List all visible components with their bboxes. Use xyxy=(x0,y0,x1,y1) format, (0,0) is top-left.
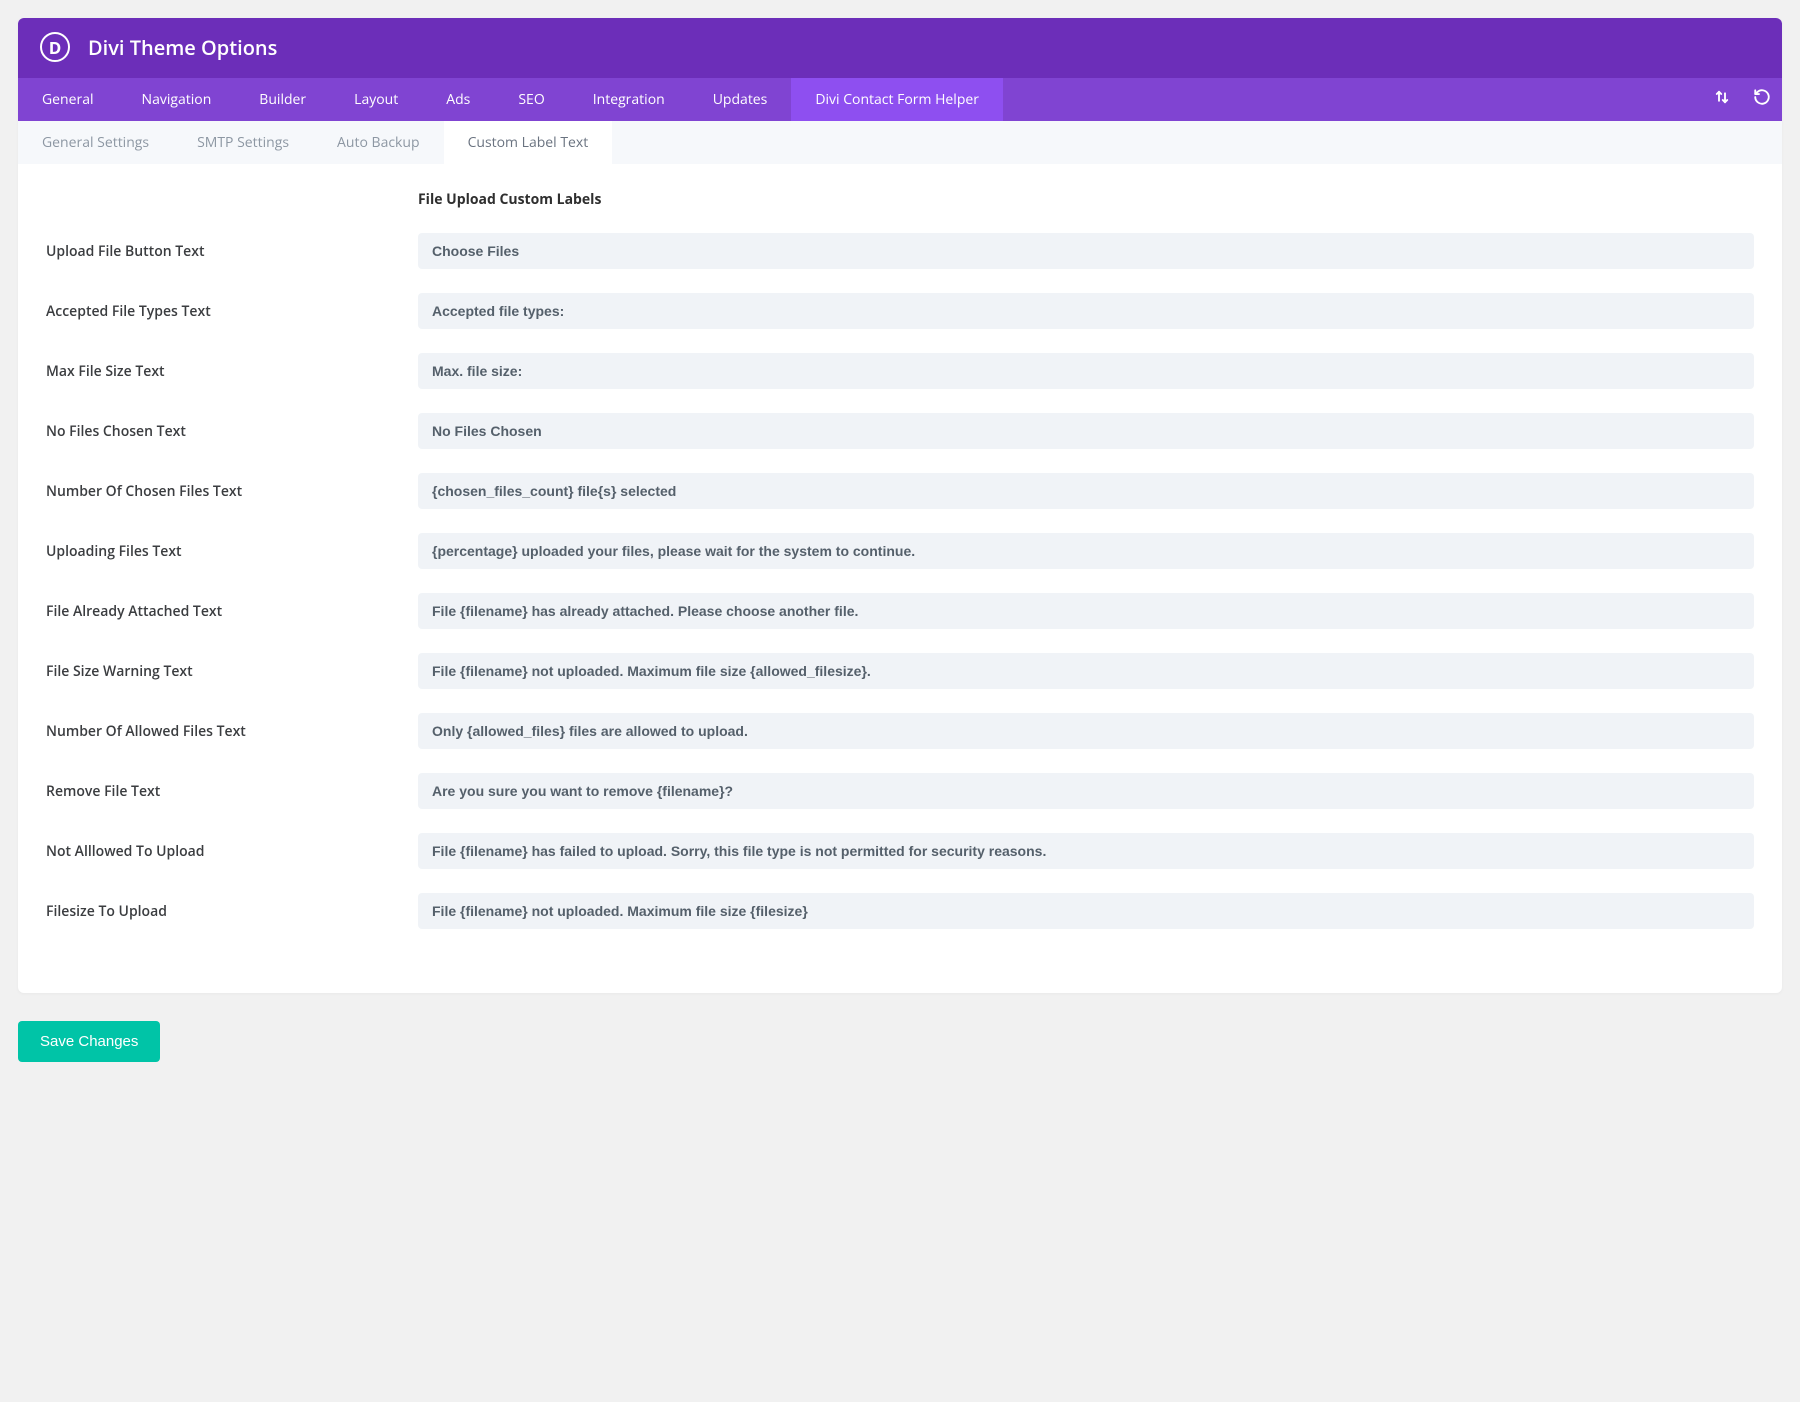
save-changes-button[interactable]: Save Changes xyxy=(18,1021,160,1062)
content-area: File Upload Custom Labels Upload File Bu… xyxy=(18,164,1782,993)
field-input[interactable] xyxy=(418,353,1754,389)
field-input[interactable] xyxy=(418,413,1754,449)
main-tab-divi-contact-form-helper[interactable]: Divi Contact Form Helper xyxy=(791,78,1003,121)
field-row: File Already Attached Text xyxy=(46,593,1754,629)
subtab-label: General Settings xyxy=(42,133,149,152)
page-title: Divi Theme Options xyxy=(88,34,277,61)
field-label: Not Alllowed To Upload xyxy=(46,842,418,861)
sub-tab-general-settings[interactable]: General Settings xyxy=(18,121,173,164)
logo-letter: D xyxy=(49,36,62,59)
field-label: Upload File Button Text xyxy=(46,242,418,261)
subtab-label: SMTP Settings xyxy=(197,133,289,152)
subtab-label: Auto Backup xyxy=(337,133,420,152)
undo-icon xyxy=(1753,88,1771,111)
tab-label: Divi Contact Form Helper xyxy=(815,90,979,109)
sub-tab-auto-backup[interactable]: Auto Backup xyxy=(313,121,444,164)
reset-button[interactable] xyxy=(1742,78,1782,121)
field-input[interactable] xyxy=(418,773,1754,809)
field-label: Number Of Allowed Files Text xyxy=(46,722,418,741)
field-input[interactable] xyxy=(418,833,1754,869)
main-tab-updates[interactable]: Updates xyxy=(689,78,792,121)
field-row: Number Of Chosen Files Text xyxy=(46,473,1754,509)
tab-label: Integration xyxy=(593,90,665,109)
main-tab-seo[interactable]: SEO xyxy=(494,78,568,121)
field-input[interactable] xyxy=(418,233,1754,269)
field-label: No Files Chosen Text xyxy=(46,422,418,441)
field-row: Filesize To Upload xyxy=(46,893,1754,929)
section-title: File Upload Custom Labels xyxy=(418,190,1754,209)
tab-label: Updates xyxy=(713,90,768,109)
field-row: Max File Size Text xyxy=(46,353,1754,389)
field-input[interactable] xyxy=(418,893,1754,929)
sub-nav: General Settings SMTP Settings Auto Backup… xyxy=(18,121,1782,164)
main-nav: General Navigation Builder Layout Ads SEO Inte… xyxy=(18,78,1782,121)
field-row: No Files Chosen Text xyxy=(46,413,1754,449)
field-row: Number Of Allowed Files Text xyxy=(46,713,1754,749)
field-row: Uploading Files Text xyxy=(46,533,1754,569)
tab-label: Layout xyxy=(354,90,398,109)
main-tab-builder[interactable]: Builder xyxy=(235,78,330,121)
field-label: File Already Attached Text xyxy=(46,602,418,621)
tab-label: General xyxy=(42,90,94,109)
nav-spacer xyxy=(1003,78,1702,121)
tab-label: Navigation xyxy=(142,90,212,109)
field-row: Remove File Text xyxy=(46,773,1754,809)
field-input[interactable] xyxy=(418,653,1754,689)
tab-label: Builder xyxy=(259,90,306,109)
field-input[interactable] xyxy=(418,293,1754,329)
field-label: Filesize To Upload xyxy=(46,902,418,921)
field-input[interactable] xyxy=(418,473,1754,509)
titlebar: D Divi Theme Options xyxy=(18,18,1782,78)
field-row: Upload File Button Text xyxy=(46,233,1754,269)
field-row: File Size Warning Text xyxy=(46,653,1754,689)
field-row: Not Alllowed To Upload xyxy=(46,833,1754,869)
main-tab-layout[interactable]: Layout xyxy=(330,78,422,121)
field-input[interactable] xyxy=(418,533,1754,569)
field-label: Number Of Chosen Files Text xyxy=(46,482,418,501)
subtab-label: Custom Label Text xyxy=(468,133,589,152)
field-label: Uploading Files Text xyxy=(46,542,418,561)
save-bar: Save Changes xyxy=(18,1021,1782,1062)
main-tab-integration[interactable]: Integration xyxy=(569,78,689,121)
sub-tab-smtp-settings[interactable]: SMTP Settings xyxy=(173,121,313,164)
up-down-arrows-icon xyxy=(1713,88,1731,111)
field-label: Max File Size Text xyxy=(46,362,418,381)
sort-button[interactable] xyxy=(1702,78,1742,121)
main-tab-ads[interactable]: Ads xyxy=(422,78,494,121)
field-label: File Size Warning Text xyxy=(46,662,418,681)
field-input[interactable] xyxy=(418,593,1754,629)
tab-label: SEO xyxy=(518,90,544,109)
fields-container: Upload File Button Text Accepted File Typ… xyxy=(46,233,1754,929)
main-tab-navigation[interactable]: Navigation xyxy=(118,78,236,121)
tab-label: Ads xyxy=(446,90,470,109)
sub-tab-custom-label-text[interactable]: Custom Label Text xyxy=(444,121,613,164)
options-panel: D Divi Theme Options General Navigation Bu… xyxy=(18,18,1782,993)
divi-logo-icon: D xyxy=(40,32,70,62)
field-input[interactable] xyxy=(418,713,1754,749)
field-label: Remove File Text xyxy=(46,782,418,801)
main-tab-general[interactable]: General xyxy=(18,78,118,121)
field-label: Accepted File Types Text xyxy=(46,302,418,321)
field-row: Accepted File Types Text xyxy=(46,293,1754,329)
